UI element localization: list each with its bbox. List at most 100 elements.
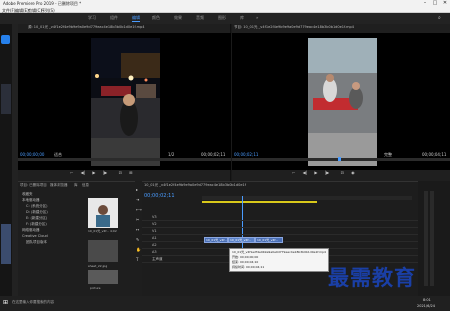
selection-tool-icon[interactable]: ▸: [136, 187, 138, 192]
tab-info[interactable]: 信息: [82, 183, 89, 188]
track-v3: V3: [142, 214, 418, 221]
track-v2: V2: [142, 221, 418, 228]
taskbar-search[interactable]: 在这里输入你要搜索的内容: [12, 300, 54, 305]
media-thumb[interactable]: [88, 270, 118, 284]
track-select-tool-icon[interactable]: ⇥: [136, 197, 139, 202]
tree-local-drives[interactable]: 本地驱动器: [22, 198, 40, 203]
watermark-logo: 最需教育: [328, 265, 416, 290]
work-area-bar[interactable]: [202, 201, 317, 203]
thumb-name: 10_01光_v4f...: [88, 229, 110, 233]
tree-creative-cloud[interactable]: Creative Cloud: [22, 234, 48, 238]
clock-time: 8:01: [423, 298, 431, 302]
tools-panel: ▸ ⇥ ⟷ ✂ ↔ ✎ ✋ T: [135, 181, 142, 296]
thumb-name: picture: [90, 286, 101, 290]
workspace-graphics[interactable]: 图形: [218, 15, 226, 21]
workspace-effects[interactable]: 效果: [174, 15, 182, 21]
tab-libraries[interactable]: 库: [74, 183, 78, 188]
track-v1: V1: [142, 228, 418, 235]
source-viewer[interactable]: [18, 33, 231, 170]
tree-network-drives[interactable]: 网络驱动器: [22, 228, 40, 233]
timeline-header: 10_01光 _v4f1e2f4e9b9e9a0e9d779eac4e18b3b…: [144, 183, 246, 187]
meter-right: [430, 191, 434, 286]
timeline-clip[interactable]: 10_01光_v4f...: [204, 237, 228, 243]
tree-drive-c[interactable]: C: (系统分区): [26, 204, 47, 209]
timeline-timecode[interactable]: 00;00;02;11: [144, 193, 175, 199]
program-monitor-header: 节目: 10_01光 _v4f1e2f4e9b9e9a0e9d779eac4e1…: [234, 25, 354, 29]
minimize-button[interactable]: –: [420, 0, 430, 7]
thumb-name: sheet_22.jpg: [88, 264, 108, 268]
timeline-ruler[interactable]: [202, 196, 412, 200]
timeline-clip[interactable]: 10_01光_v4f...: [255, 237, 283, 243]
source-frame: [91, 38, 160, 166]
source-page-dropdown[interactable]: 1/2: [168, 152, 174, 157]
workspace-more[interactable]: »: [256, 15, 258, 20]
workspace-color[interactable]: 颜色: [152, 15, 160, 21]
program-timecode[interactable]: 00;00;02;11: [234, 152, 258, 157]
workspace-bar: 学习 组件 编辑 颜色 效果 音频 图形 库 » ⌕: [0, 13, 450, 24]
program-monitor-panel: 节目: 10_01光 _v4f1e2f4e9b9e9a0e9d779eac4e1…: [232, 24, 450, 181]
source-scrubber[interactable]: [18, 158, 231, 161]
ripple-edit-tool-icon[interactable]: ⟷: [136, 207, 142, 212]
mark-in-icon[interactable]: ⌐: [70, 170, 73, 175]
side-thumb: [1, 224, 11, 264]
workspace-edit[interactable]: 编辑: [132, 15, 140, 22]
timeline-clip[interactable]: 10_01光_v4f...: [228, 237, 255, 243]
thumb-duration: 4;02: [110, 229, 117, 233]
type-tool-icon[interactable]: T: [136, 257, 138, 262]
close-button[interactable]: ✕: [440, 0, 450, 7]
project-panel: 项目: 已删除项目 媒体浏览器 库 信息 收藏夹 本地驱动器 C: (系统分区)…: [18, 181, 135, 296]
maximize-button[interactable]: □: [430, 0, 440, 7]
step-back-icon[interactable]: ◀|: [81, 170, 85, 175]
source-transport: ⌐ ◀| ▶ |▶ ⊡ ⊞: [70, 170, 200, 175]
program-viewer[interactable]: [232, 33, 450, 170]
thumb-image: [88, 198, 118, 228]
workspace-audio[interactable]: 音频: [196, 15, 204, 21]
clip-tooltip: 10_01光_v4f1e2f4e9b9e9a0e9d779eac4e18b3b0…: [229, 248, 329, 272]
search-icon[interactable]: ⌕: [438, 15, 441, 21]
hand-tool-icon[interactable]: ✋: [136, 247, 141, 252]
razor-tool-icon[interactable]: ✂: [136, 217, 139, 222]
workspace-learn[interactable]: 学习: [88, 15, 96, 21]
overwrite-icon[interactable]: ⊞: [129, 170, 132, 175]
clock-date: 2021/6/24: [417, 304, 435, 308]
left-rail: [0, 24, 12, 296]
taskbar: ⊞ 在这里输入你要搜索的内容 8:01 2021/6/24: [0, 296, 450, 311]
tree-drive-f[interactable]: F: (新建分区): [26, 222, 47, 227]
step-back-icon[interactable]: ◀|: [303, 170, 307, 175]
play-icon[interactable]: ▶: [92, 170, 95, 175]
source-monitor-header: 源: 10_01光 _v4f1e2f4e9b9e9a0e9d779eac4e18…: [28, 25, 145, 29]
windows-start-icon[interactable]: ⊞: [3, 299, 8, 306]
export-frame-icon[interactable]: ◉: [351, 170, 355, 175]
tree-drive-e[interactable]: E: (新建分区): [26, 216, 47, 221]
source-duration: 00;00;02;11: [201, 152, 226, 157]
mark-in-icon[interactable]: ⌐: [292, 170, 295, 175]
program-scrubber[interactable]: [232, 158, 450, 161]
tree-drive-d[interactable]: D: (新建分区): [26, 210, 48, 215]
workspace-assembly[interactable]: 组件: [110, 15, 118, 21]
program-frame: [308, 38, 377, 166]
lift-icon[interactable]: ⊡: [340, 170, 343, 175]
step-forward-icon[interactable]: |▶: [325, 170, 329, 175]
media-thumb[interactable]: [88, 198, 118, 228]
source-timecode[interactable]: 00;00;00;00: [20, 152, 44, 157]
insert-icon[interactable]: ⊡: [118, 170, 121, 175]
title-bar: Adobe Premiere Pro 2019 - 已删除项目 * – □ ✕: [0, 0, 450, 7]
audio-meters: [418, 181, 450, 296]
meter-left: [424, 191, 428, 286]
tree-favorites[interactable]: 收藏夹: [22, 192, 33, 197]
tooltip-duration: 持续时间: 00;00;04;11: [232, 265, 265, 269]
tree-team-projects[interactable]: 团队项目版本: [26, 240, 47, 245]
tab-project[interactable]: 项目: 已删除项目: [20, 183, 47, 188]
side-thumb: [1, 84, 11, 114]
pen-tool-icon[interactable]: ✎: [136, 237, 139, 242]
program-transport: ⌐ ◀| ▶ |▶ ⊡ ◉: [292, 170, 422, 175]
program-duration: 00;00;04;11: [422, 152, 447, 157]
media-thumb[interactable]: [88, 240, 118, 262]
program-playhead[interactable]: [338, 157, 341, 161]
tab-media-browser[interactable]: 媒体浏览器: [50, 183, 68, 188]
step-forward-icon[interactable]: |▶: [103, 170, 107, 175]
play-icon[interactable]: ▶: [314, 170, 317, 175]
workspace-libraries[interactable]: 库: [240, 15, 244, 21]
slip-tool-icon[interactable]: ↔: [136, 227, 139, 232]
app-icon[interactable]: [1, 35, 10, 44]
